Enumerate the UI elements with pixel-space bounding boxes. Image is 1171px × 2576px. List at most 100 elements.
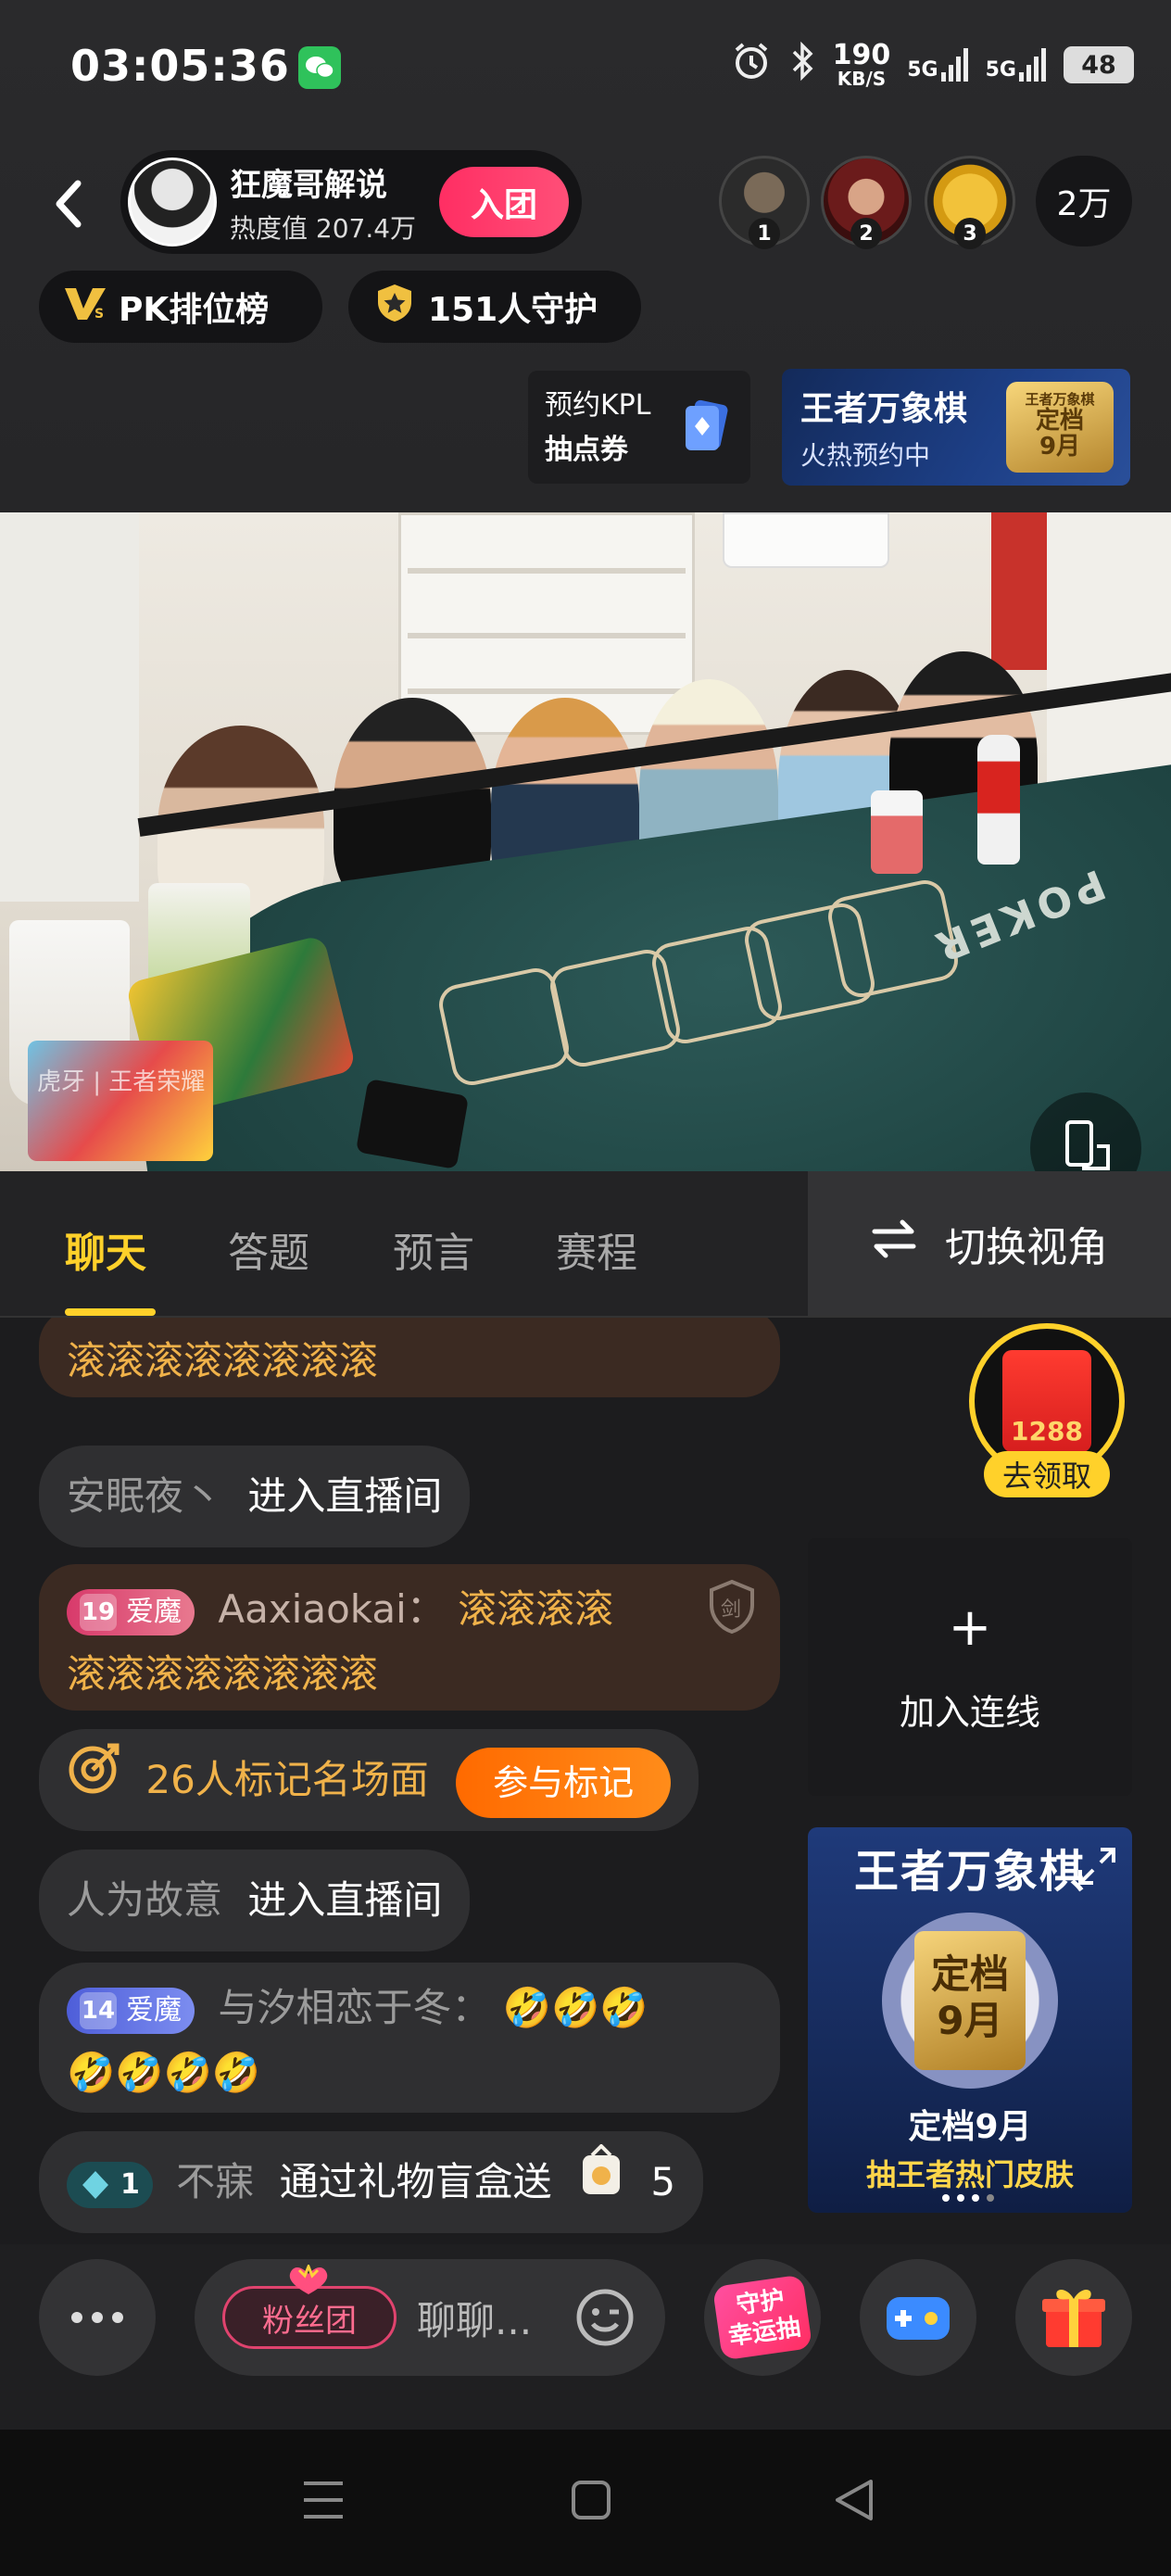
back-arrow-icon[interactable] bbox=[46, 176, 93, 232]
chat-username[interactable]: 安眠夜丶 bbox=[67, 1473, 222, 1519]
fan-level-number: 19 bbox=[80, 1593, 117, 1631]
signal-icon-2: 5G bbox=[986, 48, 1047, 82]
rank-avatar-1[interactable]: 1 bbox=[719, 156, 810, 249]
chat-text: 滚滚滚滚 bbox=[458, 1586, 614, 1632]
guard-label: 151人守护 bbox=[428, 291, 598, 329]
chat-username[interactable]: 不寐 bbox=[176, 2159, 254, 2204]
fan-level-number: 14 bbox=[80, 1991, 117, 2029]
red-wall-panel bbox=[991, 512, 1047, 670]
game-button[interactable] bbox=[860, 2259, 976, 2376]
game-card-line2: 抽王者热门皮肤 bbox=[865, 2157, 1074, 2192]
status-icons: 190 KB/S 5G 5G 48 bbox=[731, 41, 1134, 89]
game-card-line1: 定档9月 bbox=[908, 2108, 1032, 2146]
gift-icon bbox=[1042, 2290, 1105, 2347]
left-wall-frame bbox=[0, 512, 139, 902]
video-watermark: 虎牙 | 王者荣耀 bbox=[37, 1068, 206, 1096]
chat-emoji: 🤣🤣🤣 bbox=[502, 1985, 648, 2030]
tab-chat[interactable]: 聊天 bbox=[65, 1219, 146, 1279]
live-video[interactable]: POKER 虎牙 | 王者荣耀 bbox=[0, 512, 1171, 1171]
diamond-icon bbox=[82, 2170, 108, 2199]
carousel-dots bbox=[942, 2194, 994, 2202]
red-packet-amount: 1288 bbox=[1011, 1416, 1083, 1446]
chat-action: 通过礼物盲盒送 bbox=[279, 2159, 552, 2204]
home-nav-icon[interactable] bbox=[571, 2480, 611, 2524]
drink-cup-red bbox=[871, 790, 923, 874]
signal-icon: 5G bbox=[907, 48, 968, 82]
host-avatar[interactable] bbox=[128, 158, 217, 246]
chat-action: 进入直播间 bbox=[247, 1877, 443, 1923]
shield-star-icon bbox=[372, 283, 417, 332]
kpl-reserve-promo[interactable]: 预约KPL 抽点券 bbox=[528, 371, 750, 484]
fan-level-badge[interactable]: 19 爱魔 bbox=[67, 1588, 195, 1635]
noble-level-badge[interactable]: 1 bbox=[67, 2161, 153, 2208]
guard-chip[interactable]: 151人守护 bbox=[348, 271, 641, 343]
join-connection-button[interactable]: + 加入连线 bbox=[808, 1538, 1132, 1796]
chat-username[interactable]: 人为故意 bbox=[67, 1877, 222, 1923]
expand-icon[interactable] bbox=[1077, 1846, 1117, 1890]
switch-view-button[interactable]: 切换视角 bbox=[808, 1171, 1171, 1316]
more-button[interactable] bbox=[39, 2259, 156, 2376]
shelf-row bbox=[408, 568, 686, 574]
sword-badge-icon: 剑 bbox=[708, 1579, 756, 1654]
gift-button[interactable] bbox=[1015, 2259, 1132, 2376]
chat-emoji: 🤣🤣🤣🤣 bbox=[67, 2050, 261, 2095]
top-area: 03:05:36 190 KB/S 5G 5G 48 狂魔哥解说 热度值 207… bbox=[0, 0, 1171, 512]
rank-avatar-3[interactable]: 3 bbox=[925, 156, 1015, 249]
menu-nav-icon[interactable] bbox=[302, 2480, 345, 2524]
host-name: 狂魔哥解说 bbox=[230, 166, 387, 204]
chat-username[interactable]: Aaxiaokai： bbox=[218, 1586, 445, 1632]
gamepad-plus-icon bbox=[887, 2297, 950, 2340]
join-group-button[interactable]: 入团 bbox=[439, 167, 569, 237]
target-icon bbox=[67, 1732, 122, 1834]
shelf-row bbox=[408, 633, 686, 638]
guard-lottery-button[interactable]: 守护 幸运抽 bbox=[704, 2259, 821, 2376]
bluetooth-icon bbox=[788, 41, 816, 89]
tab-schedule[interactable]: 赛程 bbox=[556, 1219, 637, 1279]
card-seal-line2: 9月 bbox=[937, 1998, 1003, 2043]
net-speed-unit: KB/S bbox=[837, 68, 887, 90]
mark-count-text: 26人标记名场面 bbox=[145, 1757, 429, 1802]
back-nav-icon[interactable] bbox=[834, 2478, 875, 2526]
svg-text:S: S bbox=[94, 307, 104, 322]
gift-message: 1 不寐 通过礼物盲盒送 5 bbox=[39, 2131, 704, 2233]
viewer-count[interactable]: 2万 bbox=[1036, 156, 1132, 246]
chat-list[interactable]: 滚滚滚滚滚滚滚滚 安眠夜丶 进入直播间 19 爱魔 Aaxiaokai： 滚滚滚… bbox=[0, 1318, 797, 2244]
gift-count: 5 bbox=[650, 2159, 676, 2204]
pk-rank-chip[interactable]: S PK排位榜 bbox=[39, 271, 322, 343]
ticket-card-icon bbox=[682, 398, 730, 468]
join-mark-button[interactable]: 参与标记 bbox=[456, 1747, 672, 1818]
chat-input[interactable]: 粉丝团 聊聊... bbox=[195, 2259, 665, 2376]
fan-level-badge[interactable]: 14 爱魔 bbox=[67, 1987, 195, 2034]
chat-text: 滚滚滚滚滚滚滚滚 bbox=[67, 1651, 379, 1697]
game-promo-card[interactable]: 王者万象棋 定档 9月 定档9月 抽王者热门皮肤 bbox=[808, 1827, 1132, 2213]
v-badge-icon: S bbox=[63, 284, 107, 330]
game-reserve-banner[interactable]: 王者万象棋 火热预约中 王者万象棋 定档 9月 bbox=[782, 369, 1130, 486]
rank-number: 2 bbox=[850, 218, 882, 249]
chat-message: 14 爱魔 与汐相恋于冬： 🤣🤣🤣 🤣🤣🤣🤣 bbox=[39, 1963, 780, 2113]
host-info-pill[interactable]: 狂魔哥解说 热度值 207.4万 入团 bbox=[120, 150, 582, 254]
tab-quiz[interactable]: 答题 bbox=[228, 1219, 309, 1279]
system-nav-bar bbox=[0, 2430, 1171, 2576]
join-connection-label: 加入连线 bbox=[899, 1691, 1040, 1733]
switch-view-label: 切换视角 bbox=[945, 1224, 1108, 1271]
alarm-icon bbox=[731, 41, 772, 89]
wechat-notification-icon bbox=[298, 46, 341, 89]
guard-lottery-icon: 守护 幸运抽 bbox=[711, 2274, 813, 2361]
seal-main-2: 9月 bbox=[1039, 433, 1081, 461]
rank-avatar-2[interactable]: 2 bbox=[821, 156, 912, 249]
rank-number: 3 bbox=[954, 218, 986, 249]
net-speed: 190 KB/S bbox=[833, 42, 891, 90]
chat-text: 滚滚滚滚滚滚滚滚 bbox=[67, 1338, 379, 1383]
chat-action: 进入直播间 bbox=[247, 1473, 443, 1519]
emoji-icon[interactable] bbox=[574, 2287, 636, 2352]
more-dots-icon bbox=[71, 2312, 123, 2323]
status-time: 03:05:36 bbox=[70, 41, 290, 91]
active-tab-indicator bbox=[65, 1308, 156, 1316]
chat-username[interactable]: 与汐相恋于冬： bbox=[218, 1985, 490, 2030]
fan-club-button[interactable]: 粉丝团 bbox=[222, 2265, 397, 2349]
tab-predict[interactable]: 预言 bbox=[393, 1219, 474, 1279]
fan-club-label: 粉丝团 bbox=[262, 2302, 357, 2340]
game-card-seal: 定档 9月 bbox=[882, 1913, 1058, 2089]
cola-bottle bbox=[977, 735, 1020, 865]
red-packet-claim-label[interactable]: 去领取 bbox=[984, 1451, 1110, 1497]
